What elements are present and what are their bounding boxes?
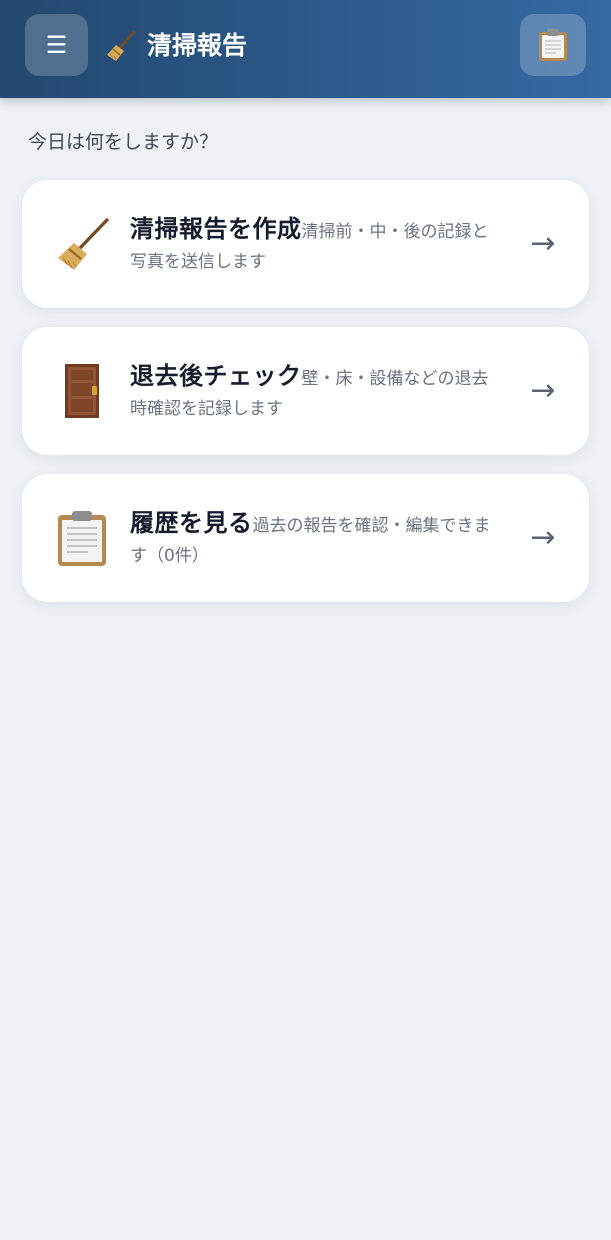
move-out-check-card[interactable]: 退去後チェック壁・床・設備などの退去時確認を記録します →	[22, 327, 589, 455]
door-icon	[65, 364, 99, 418]
arrow-right-icon: →	[530, 520, 556, 555]
broom-icon	[58, 218, 109, 270]
create-report-card[interactable]: 清掃報告を作成清掃前・中・後の記録と写真を送信します →	[22, 180, 589, 308]
app-header: ☰ 清掃報告	[0, 0, 611, 98]
view-history-card[interactable]: 履歴を見る過去の報告を確認・編集できます（0件） →	[22, 474, 589, 602]
hamburger-icon: ☰	[45, 31, 68, 59]
arrow-right-icon: →	[530, 373, 556, 408]
clipboard-icon	[58, 511, 106, 566]
page-title: 清掃報告	[147, 31, 248, 60]
card-title: 退去後チェック	[130, 362, 302, 390]
card-text: 履歴を見る過去の報告を確認・編集できます（0件）	[130, 508, 502, 571]
card-text: 退去後チェック壁・床・設備などの退去時確認を記録します	[130, 361, 502, 424]
card-title: 清掃報告を作成	[130, 215, 302, 243]
menu-button[interactable]: ☰	[25, 14, 88, 76]
history-button[interactable]	[520, 14, 586, 76]
arrow-right-icon: →	[530, 226, 556, 261]
broom-icon	[107, 30, 136, 61]
card-title: 履歴を見る	[130, 509, 253, 537]
prompt-text: 今日は何をしますか？	[28, 131, 219, 153]
card-text: 清掃報告を作成清掃前・中・後の記録と写真を送信します	[130, 214, 502, 277]
clipboard-icon	[539, 29, 567, 61]
